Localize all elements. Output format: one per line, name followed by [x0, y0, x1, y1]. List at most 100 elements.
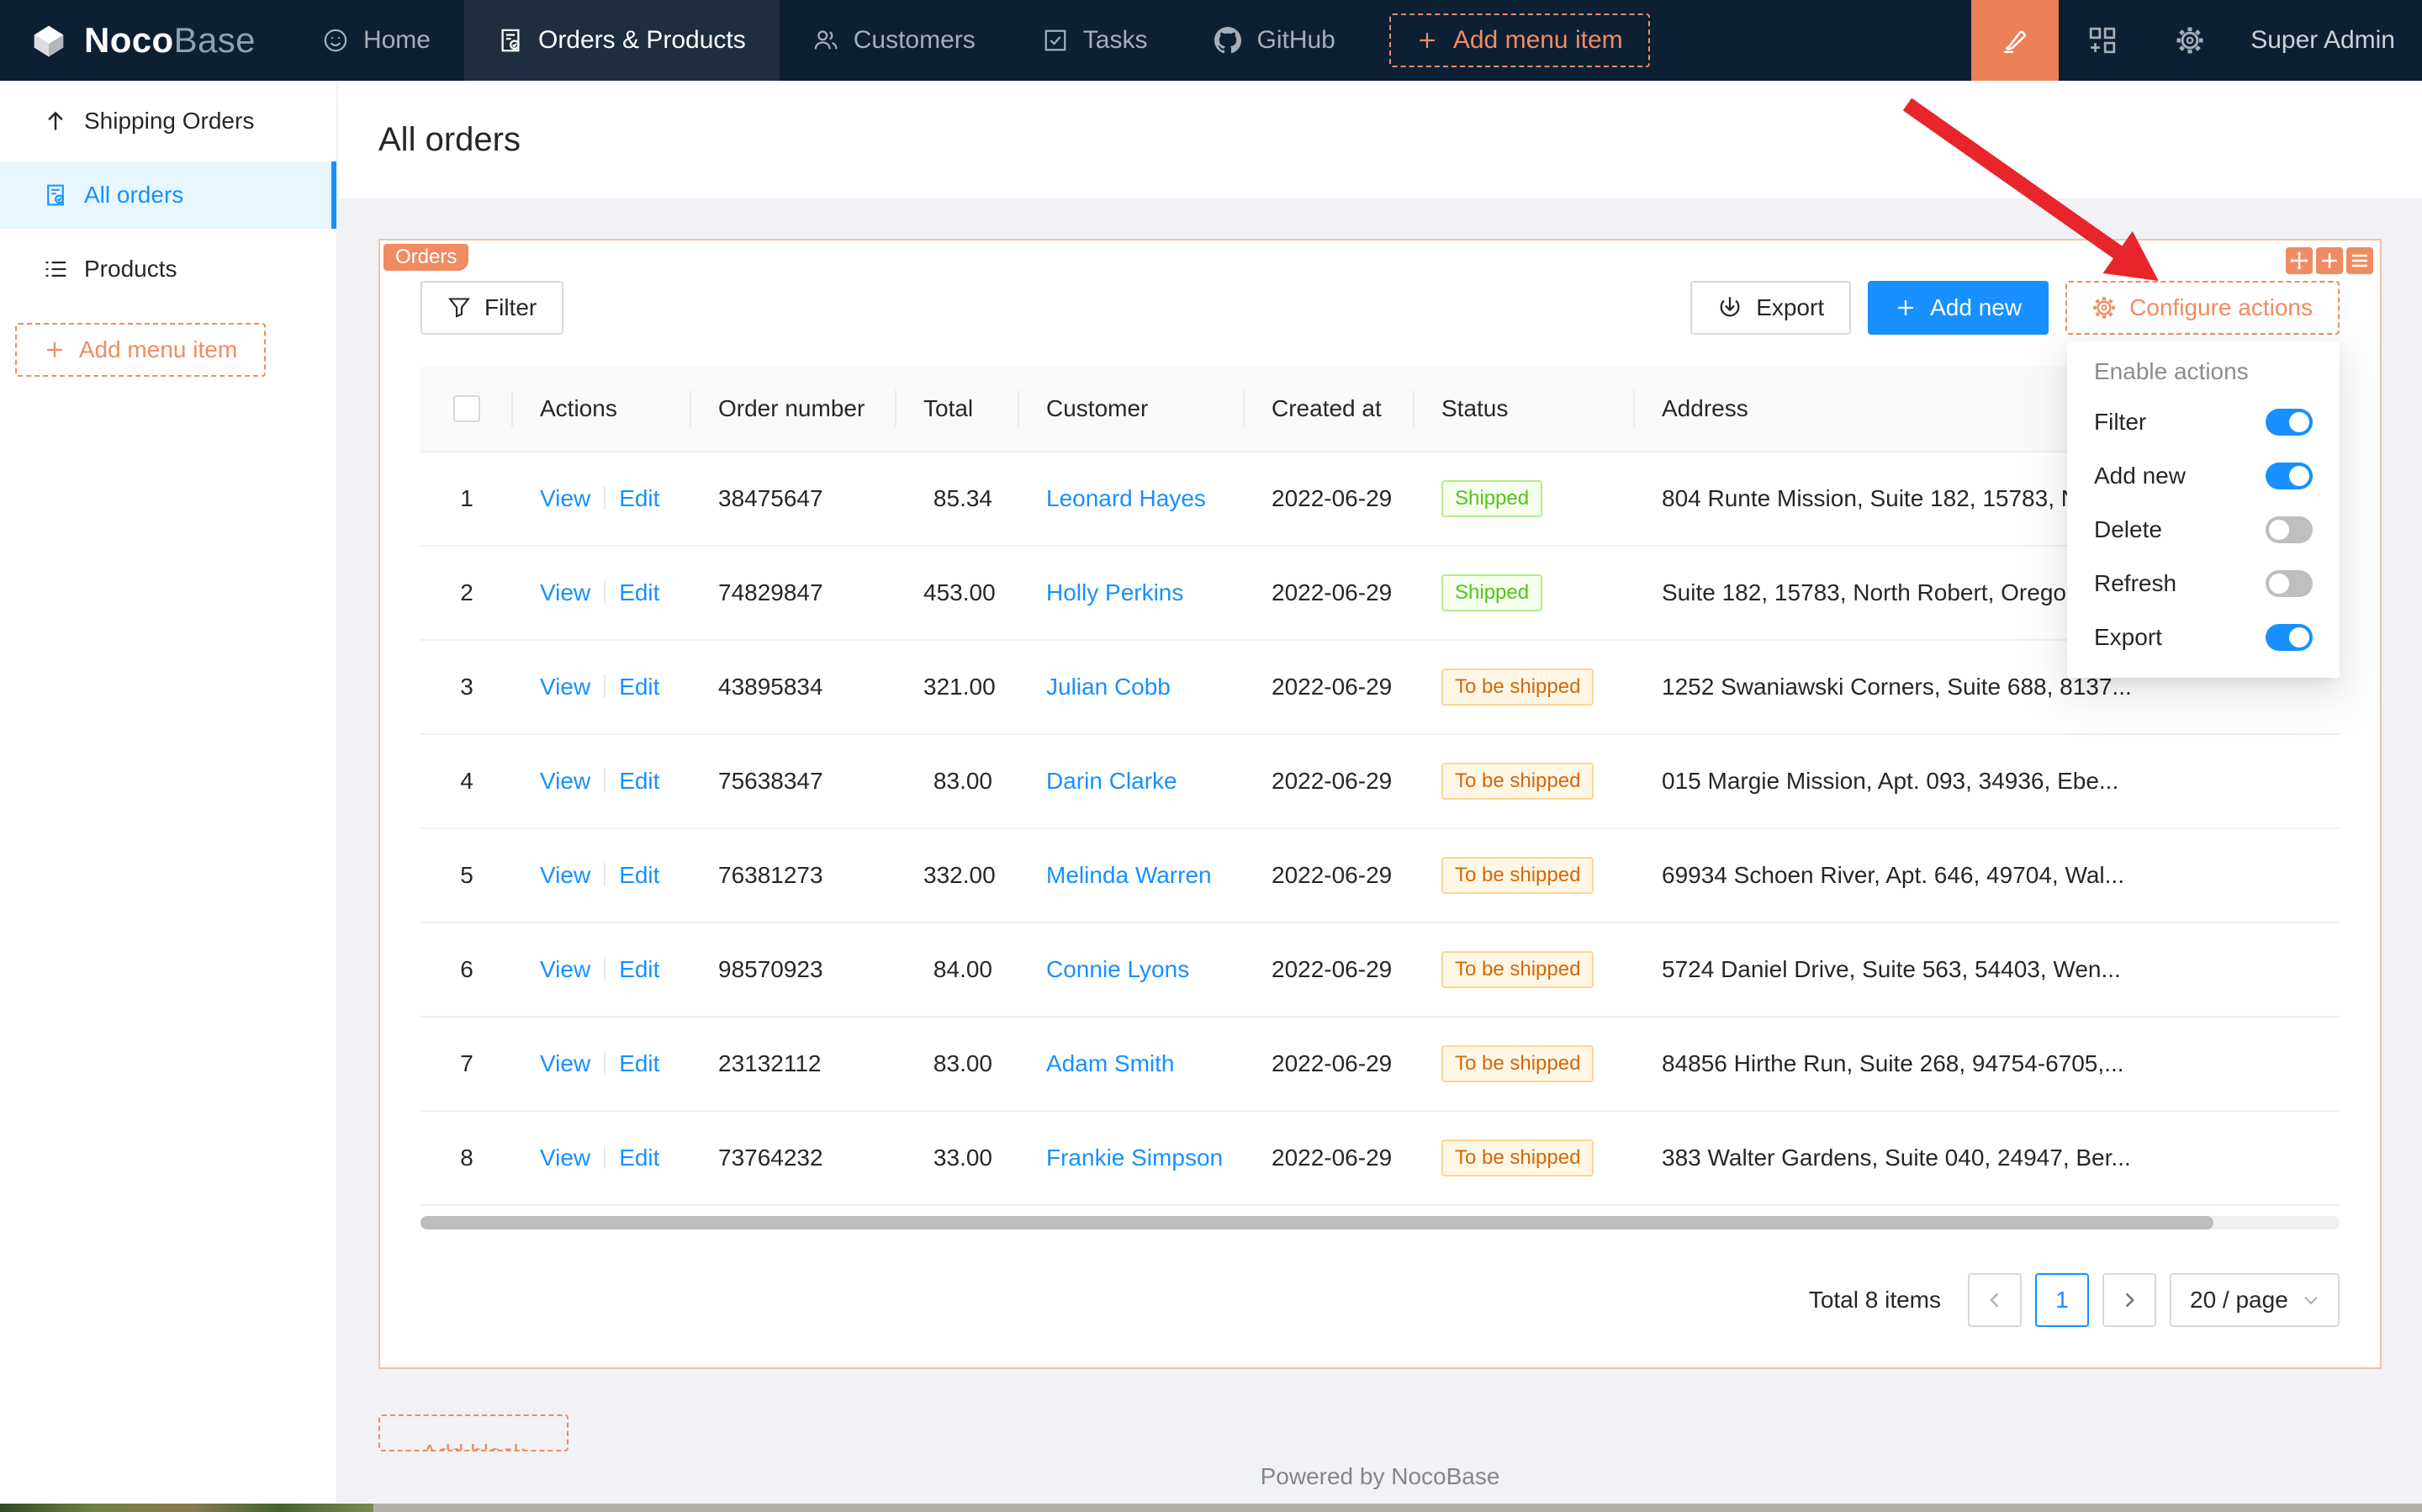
- orders-table-body: 1ViewEdit3847564785.34Leonard Hayes2022-…: [420, 452, 2340, 1205]
- table-row: 7ViewEdit2313211283.00Adam Smith2022-06-…: [420, 1017, 2340, 1111]
- gear-icon: [2176, 26, 2204, 55]
- select-all-checkbox[interactable]: [453, 395, 480, 422]
- toggle-switch[interactable]: [2266, 624, 2313, 651]
- status-badge: To be shipped: [1441, 763, 1594, 800]
- nav-item-label: Orders & Products: [538, 26, 746, 55]
- edit-link[interactable]: Edit: [619, 674, 659, 700]
- view-link[interactable]: View: [540, 579, 590, 605]
- status-badge: To be shipped: [1441, 669, 1594, 706]
- nav-item-tasks[interactable]: Tasks: [1009, 0, 1182, 81]
- view-link[interactable]: View: [540, 1145, 590, 1171]
- created-at-cell: 2022-06-29: [1245, 1017, 1415, 1111]
- toggle-switch[interactable]: [2266, 463, 2313, 489]
- edit-link[interactable]: Edit: [619, 485, 659, 511]
- customer-link[interactable]: Frankie Simpson: [1046, 1145, 1223, 1171]
- edit-link[interactable]: Edit: [619, 862, 659, 888]
- settings-button[interactable]: [2146, 0, 2234, 81]
- view-link[interactable]: View: [540, 768, 590, 794]
- chevron-left-icon: [1986, 1291, 2004, 1309]
- sidebar-item-products[interactable]: Products: [0, 235, 336, 303]
- customer-link[interactable]: Leonard Hayes: [1046, 485, 1206, 511]
- brand-text: NocoBase: [84, 20, 256, 61]
- edit-link[interactable]: Edit: [619, 768, 659, 794]
- order-number-cell: 76381273: [691, 828, 896, 923]
- ui-editor-button[interactable]: [1971, 0, 2059, 81]
- customer-link[interactable]: Julian Cobb: [1046, 674, 1171, 700]
- order-number-cell: 43895834: [691, 640, 896, 734]
- created-at-cell: 2022-06-29: [1245, 452, 1415, 546]
- download-icon: [1717, 295, 1742, 320]
- customer-link[interactable]: Melinda Warren: [1046, 862, 1212, 888]
- page-1-button[interactable]: 1: [2035, 1273, 2089, 1327]
- enable-action-row: Export: [2094, 611, 2313, 664]
- view-link[interactable]: View: [540, 956, 590, 982]
- horizontal-scrollbar[interactable]: [420, 1216, 2340, 1229]
- customer-cell: Melinda Warren: [1019, 828, 1245, 923]
- customer-link[interactable]: Connie Lyons: [1046, 956, 1189, 982]
- status-cell: To be shipped: [1415, 1017, 1635, 1111]
- add-new-label: Add new: [1930, 294, 2022, 321]
- add-block-icon[interactable]: [2316, 247, 2343, 274]
- edit-link[interactable]: Edit: [619, 1050, 659, 1076]
- github-icon: [1214, 27, 1241, 54]
- edit-link[interactable]: Edit: [619, 956, 659, 982]
- configure-actions-button[interactable]: Configure actions: [2065, 281, 2340, 335]
- pagination-total: Total 8 items: [1809, 1287, 1941, 1314]
- edit-link[interactable]: Edit: [619, 579, 659, 605]
- nav-item-label: GitHub: [1256, 26, 1335, 55]
- customer-link[interactable]: Darin Clarke: [1046, 768, 1177, 794]
- created-at-cell: 2022-06-29: [1245, 1111, 1415, 1205]
- row-actions: View Edit: [513, 452, 691, 546]
- nav-item-home[interactable]: Home: [289, 0, 464, 81]
- add-block-button[interactable]: Add block: [378, 1414, 568, 1451]
- toggle-switch[interactable]: [2266, 409, 2313, 436]
- toggle-switch[interactable]: [2266, 570, 2313, 597]
- export-button[interactable]: Export: [1690, 281, 1851, 335]
- prev-page-button[interactable]: [1968, 1273, 2022, 1327]
- sidebar-item-label: Products: [84, 256, 177, 283]
- block-designer-toolbar: [2286, 247, 2373, 274]
- customer-link[interactable]: Holly Perkins: [1046, 579, 1183, 605]
- enable-actions-list: FilterAdd newDeleteRefreshExport: [2094, 395, 2313, 664]
- table-row: 4ViewEdit7563834783.00Darin Clarke2022-0…: [420, 734, 2340, 828]
- plugin-manager-button[interactable]: [2059, 0, 2146, 81]
- sidebar-item-shipping-orders[interactable]: Shipping Orders: [0, 87, 336, 155]
- add-new-button[interactable]: Add new: [1868, 281, 2049, 335]
- view-link[interactable]: View: [540, 862, 590, 888]
- enable-action-row: Refresh: [2094, 557, 2313, 611]
- status-badge: To be shipped: [1441, 1045, 1594, 1082]
- sidebar-add-menu-item-button[interactable]: Add menu item: [15, 323, 266, 377]
- sidebar-item-label: Shipping Orders: [84, 108, 254, 135]
- nav-item-customers[interactable]: Customers: [780, 0, 1009, 81]
- created-at-cell: 2022-06-29: [1245, 640, 1415, 734]
- nav-item-orders-products[interactable]: Orders & Products: [464, 0, 780, 81]
- navbar-add-menu-item-button[interactable]: Add menu item: [1389, 13, 1650, 67]
- scrollbar-thumb[interactable]: [420, 1216, 2213, 1229]
- customer-link[interactable]: Adam Smith: [1046, 1050, 1175, 1076]
- view-link[interactable]: View: [540, 485, 590, 511]
- drag-handle-icon[interactable]: [2286, 247, 2313, 274]
- edit-link[interactable]: Edit: [619, 1145, 659, 1171]
- divider: [604, 769, 606, 792]
- status-badge: Shipped: [1441, 480, 1542, 517]
- block-menu-icon[interactable]: [2346, 247, 2373, 274]
- address-cell: 015 Margie Mission, Apt. 093, 34936, Ebe…: [1635, 734, 2340, 828]
- status-cell: To be shipped: [1415, 734, 1635, 828]
- table-row: 2ViewEdit74829847453.00Holly Perkins2022…: [420, 546, 2340, 640]
- next-page-button[interactable]: [2102, 1273, 2156, 1327]
- page-size-select[interactable]: 20 / page: [2170, 1273, 2340, 1327]
- sidebar-item-all-orders[interactable]: All orders: [0, 161, 336, 229]
- nocobase-logo[interactable]: NocoBase: [0, 0, 283, 81]
- address-cell: 84856 Hirthe Run, Suite 268, 94754-6705,…: [1635, 1017, 2340, 1111]
- main-area: All orders Orders Filter: [338, 81, 2422, 1512]
- nav-item-github[interactable]: GitHub: [1181, 0, 1368, 81]
- view-link[interactable]: View: [540, 1050, 590, 1076]
- total-cell: 332.00: [896, 828, 1019, 923]
- order-number-cell: 38475647: [691, 452, 896, 546]
- user-menu[interactable]: Super Admin: [2234, 26, 2422, 55]
- filter-button[interactable]: Filter: [420, 281, 563, 335]
- view-link[interactable]: View: [540, 674, 590, 700]
- toggle-switch[interactable]: [2266, 516, 2313, 543]
- team-icon: [813, 28, 838, 53]
- customer-cell: Frankie Simpson: [1019, 1111, 1245, 1205]
